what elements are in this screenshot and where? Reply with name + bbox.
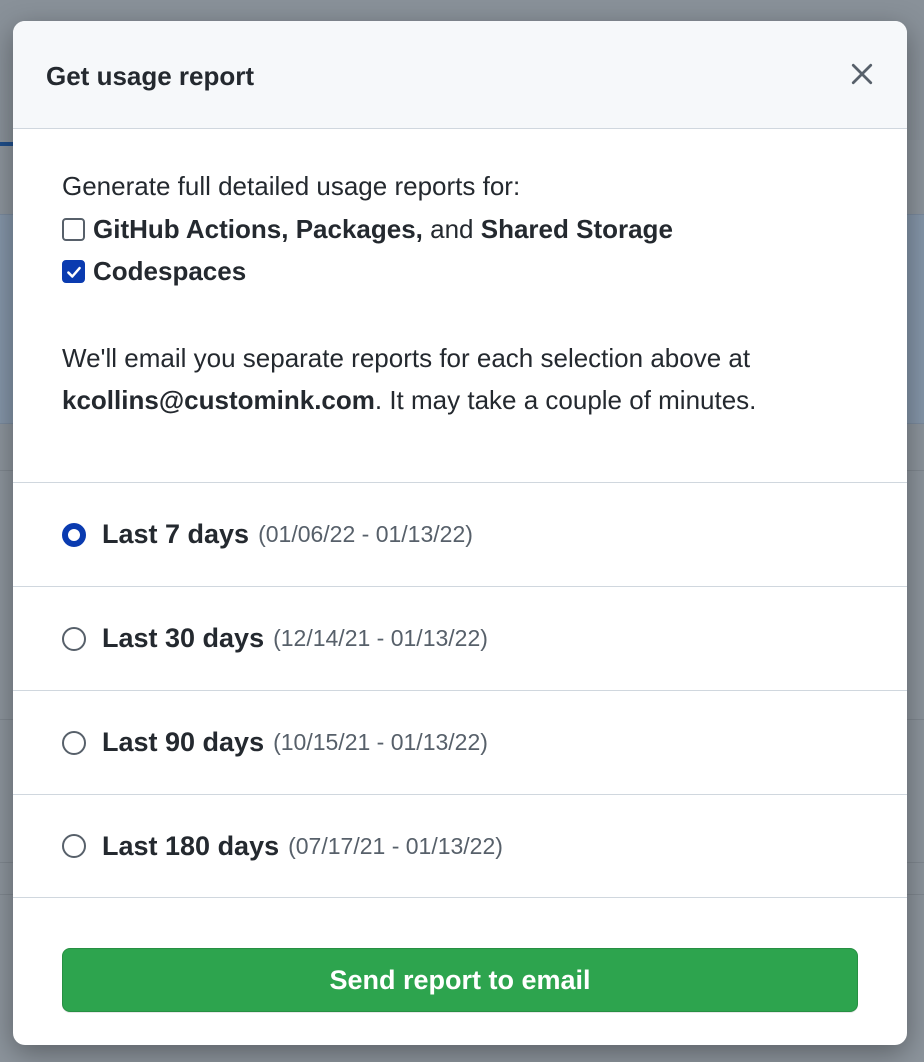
email-note: We'll email you separate reports for eac…	[62, 343, 757, 415]
radio-selected[interactable]	[62, 522, 86, 547]
usage-report-dialog: Get usage report Generate full detailed …	[13, 21, 907, 1045]
send-report-button[interactable]: Send report to email	[62, 948, 858, 1012]
close-button[interactable]	[847, 59, 877, 89]
range-label: Last 90 days	[102, 727, 265, 757]
checkbox-label: GitHub Actions, Packages, and Shared Sto…	[93, 214, 673, 244]
range-dates: (12/14/21 - 01/13/22)	[273, 625, 488, 651]
date-range-option-180-days[interactable]: Last 180 days (07/17/21 - 01/13/22)	[13, 794, 907, 898]
range-dates: (10/15/21 - 01/13/22)	[273, 729, 488, 755]
range-label: Last 30 days	[102, 623, 265, 653]
email-address: kcollins@customink.com	[62, 385, 375, 415]
radio[interactable]	[62, 626, 86, 651]
checkbox[interactable]	[62, 217, 85, 241]
dialog-header: Get usage report	[13, 21, 907, 129]
range-dates: (07/17/21 - 01/13/22)	[288, 832, 503, 859]
range-label: Last 7 days	[102, 519, 250, 549]
date-range-list: Last 7 days (01/06/22 - 01/13/22) Last 3…	[13, 482, 907, 898]
dialog-title: Get usage report	[46, 61, 255, 91]
radio[interactable]	[62, 730, 86, 755]
check-icon	[67, 266, 81, 278]
date-range-option-90-days[interactable]: Last 90 days (10/15/21 - 01/13/22)	[13, 690, 907, 794]
radio[interactable]	[62, 834, 86, 858]
checkbox-label: Codespaces	[93, 256, 247, 286]
checkbox-checked[interactable]	[62, 259, 85, 283]
range-dates: (01/06/22 - 01/13/22)	[258, 521, 473, 547]
close-icon	[851, 63, 873, 85]
dialog-body: Generate full detailed usage reports for…	[13, 129, 907, 421]
date-range-option-30-days[interactable]: Last 30 days (12/14/21 - 01/13/22)	[13, 586, 907, 690]
report-type-actions-packages-storage[interactable]: GitHub Actions, Packages, and Shared Sto…	[62, 213, 858, 245]
report-type-codespaces[interactable]: Codespaces	[62, 255, 858, 287]
date-range-option-7-days[interactable]: Last 7 days (01/06/22 - 01/13/22)	[13, 482, 907, 586]
intro-text: Generate full detailed usage reports for…	[62, 171, 521, 201]
range-label: Last 180 days	[102, 830, 280, 861]
background-nav-active-indicator	[0, 142, 14, 146]
